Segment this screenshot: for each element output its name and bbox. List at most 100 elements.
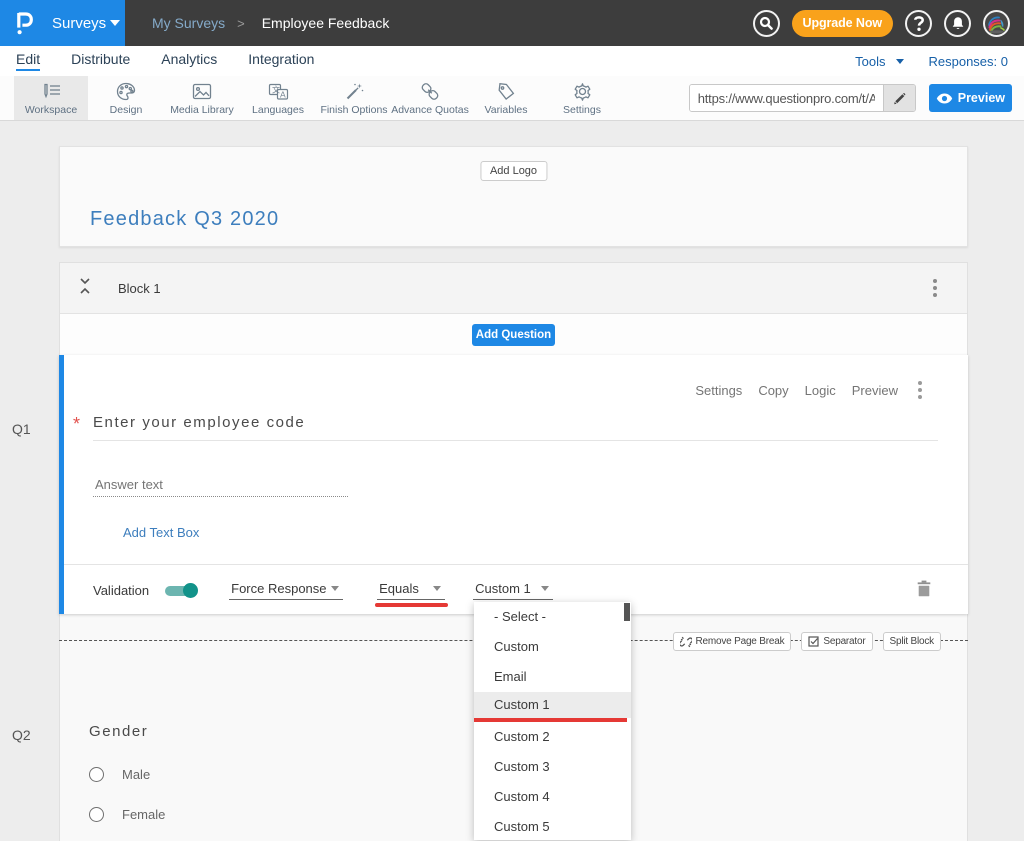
toolbar-item-label: Languages <box>252 104 304 116</box>
operator-red-underline <box>375 603 448 607</box>
menu-option-email[interactable]: Email <box>474 662 631 692</box>
breadcrumb-my-surveys[interactable]: My Surveys <box>152 15 225 31</box>
radio-option-female: Female <box>89 807 165 822</box>
toolbar-item-settings[interactable]: Settings <box>544 76 620 120</box>
link-icon <box>420 82 440 102</box>
notifications-button[interactable] <box>944 10 971 37</box>
toolbar-item-media-library[interactable]: Media Library <box>164 76 240 120</box>
radio-button[interactable] <box>89 807 104 822</box>
question-copy-link[interactable]: Copy <box>758 383 788 398</box>
edit-url-button[interactable] <box>883 85 915 111</box>
custom-value-dropdown[interactable]: Custom 1 <box>473 581 553 600</box>
toolbar-item-label: Design <box>110 104 143 116</box>
toolbar-item-languages[interactable]: 文A Languages <box>240 76 316 120</box>
chevron-down-icon <box>896 59 904 64</box>
toolbar-item-advance-quotas[interactable]: Advance Quotas <box>392 76 468 120</box>
page-break-buttons: Remove Page Break Separator Split Block <box>673 632 942 651</box>
question-logic-link[interactable]: Logic <box>805 383 836 398</box>
responses-count[interactable]: Responses: 0 <box>929 54 1009 69</box>
tab-distribute[interactable]: Distribute <box>71 51 130 71</box>
tag-icon <box>497 82 516 102</box>
radio-label: Female <box>122 807 165 822</box>
toolbar-item-workspace[interactable]: Workspace <box>14 76 88 120</box>
menu-option-custom3[interactable]: Custom 3 <box>474 752 631 782</box>
delete-validation-button[interactable] <box>917 580 931 602</box>
product-switcher[interactable]: Surveys <box>0 0 125 46</box>
add-text-box-link[interactable]: Add Text Box <box>123 525 199 540</box>
tab-integration[interactable]: Integration <box>248 51 314 71</box>
unlink-icon <box>680 636 692 648</box>
toolbar-item-label: Advance Quotas <box>391 104 469 116</box>
add-logo-button[interactable]: Add Logo <box>480 161 547 181</box>
section-tabs: Edit Distribute Analytics Integration To… <box>0 46 1024 76</box>
gear-icon <box>573 82 592 102</box>
question-preview-link[interactable]: Preview <box>852 383 898 398</box>
menu-option-custom[interactable]: Custom <box>474 632 631 662</box>
force-response-value: Force Response <box>231 581 326 596</box>
toolbar-item-label: Finish Options <box>320 104 387 116</box>
chevron-down-icon <box>110 20 120 26</box>
toolbar-item-label: Media Library <box>170 104 234 116</box>
question-2-text[interactable]: Gender <box>89 723 148 740</box>
workspace-icon <box>40 82 62 102</box>
account-avatar[interactable] <box>983 10 1010 37</box>
operator-value: Equals <box>379 581 419 596</box>
split-block-button[interactable]: Split Block <box>883 632 942 651</box>
toolbar-item-variables[interactable]: Variables <box>468 76 544 120</box>
survey-title[interactable]: Feedback Q3 2020 <box>90 208 279 231</box>
breadcrumb-separator-icon: > <box>237 16 245 31</box>
question-actions: Settings Copy Logic Preview <box>695 381 922 399</box>
toolbar-item-design[interactable]: Design <box>88 76 164 120</box>
menu-option-custom4[interactable]: Custom 4 <box>474 782 631 812</box>
tab-analytics[interactable]: Analytics <box>161 51 217 71</box>
radio-button[interactable] <box>89 767 104 782</box>
survey-url-input[interactable] <box>690 85 883 111</box>
svg-text:A: A <box>280 89 286 99</box>
remove-page-break-label: Remove Page Break <box>696 636 785 647</box>
add-question-button[interactable]: Add Question <box>472 324 555 346</box>
custom-value-menu: - Select - Custom Email Custom 1 Custom … <box>474 602 631 840</box>
force-response-dropdown[interactable]: Force Response <box>229 581 343 600</box>
separator-button[interactable]: Separator <box>801 632 872 651</box>
answer-placeholder[interactable]: Answer text <box>95 477 163 492</box>
remove-page-break-button[interactable]: Remove Page Break <box>673 632 792 651</box>
menu-option-select[interactable]: - Select - <box>474 602 631 632</box>
survey-editor-canvas: Add Logo Feedback Q3 2020 Q1 Q2 Block 1 … <box>0 121 1024 841</box>
questionpro-logo-icon <box>17 12 33 35</box>
survey-header-card: Add Logo Feedback Q3 2020 <box>59 146 968 247</box>
toolbar-item-label: Variables <box>485 104 528 116</box>
tab-edit[interactable]: Edit <box>16 51 40 71</box>
custom-value: Custom 1 <box>475 581 531 596</box>
image-icon <box>192 82 212 102</box>
help-button[interactable] <box>905 10 932 37</box>
bell-icon <box>951 16 965 31</box>
preview-button[interactable]: Preview <box>929 84 1012 112</box>
required-asterisk: * <box>73 414 80 435</box>
question-settings-link[interactable]: Settings <box>695 383 742 398</box>
menu-option-custom5[interactable]: Custom 5 <box>474 812 631 840</box>
validation-toggle[interactable] <box>165 586 193 596</box>
avatar-logo-icon <box>985 12 1008 35</box>
question-menu-button[interactable] <box>918 381 922 399</box>
search-button[interactable] <box>753 10 780 37</box>
question-1-text[interactable]: Enter your employee code <box>93 414 305 431</box>
upgrade-now-button[interactable]: Upgrade Now <box>792 10 893 37</box>
toolbar-item-finish-options[interactable]: Finish Options <box>316 76 392 120</box>
collapse-block-icon[interactable] <box>79 278 91 299</box>
preview-label: Preview <box>958 91 1005 105</box>
menu-option-custom1[interactable]: Custom 1 <box>474 692 631 718</box>
tools-menu[interactable]: Tools <box>855 54 903 69</box>
breadcrumb: My Surveys > Employee Feedback <box>125 0 389 46</box>
block-title: Block 1 <box>118 281 161 296</box>
question-1-card[interactable]: Settings Copy Logic Preview * Enter your… <box>59 355 968 614</box>
chevron-down-icon <box>541 586 549 591</box>
menu-scrollbar[interactable] <box>624 603 630 621</box>
toggle-knob <box>183 583 198 598</box>
search-icon <box>759 16 773 30</box>
question-mark-icon <box>913 15 925 32</box>
menu-option-custom2[interactable]: Custom 2 <box>474 722 631 752</box>
separator-label: Separator <box>823 636 865 647</box>
operator-dropdown[interactable]: Equals <box>377 581 445 600</box>
q2-label: Q2 <box>12 727 31 743</box>
block-menu-button[interactable] <box>933 279 937 297</box>
